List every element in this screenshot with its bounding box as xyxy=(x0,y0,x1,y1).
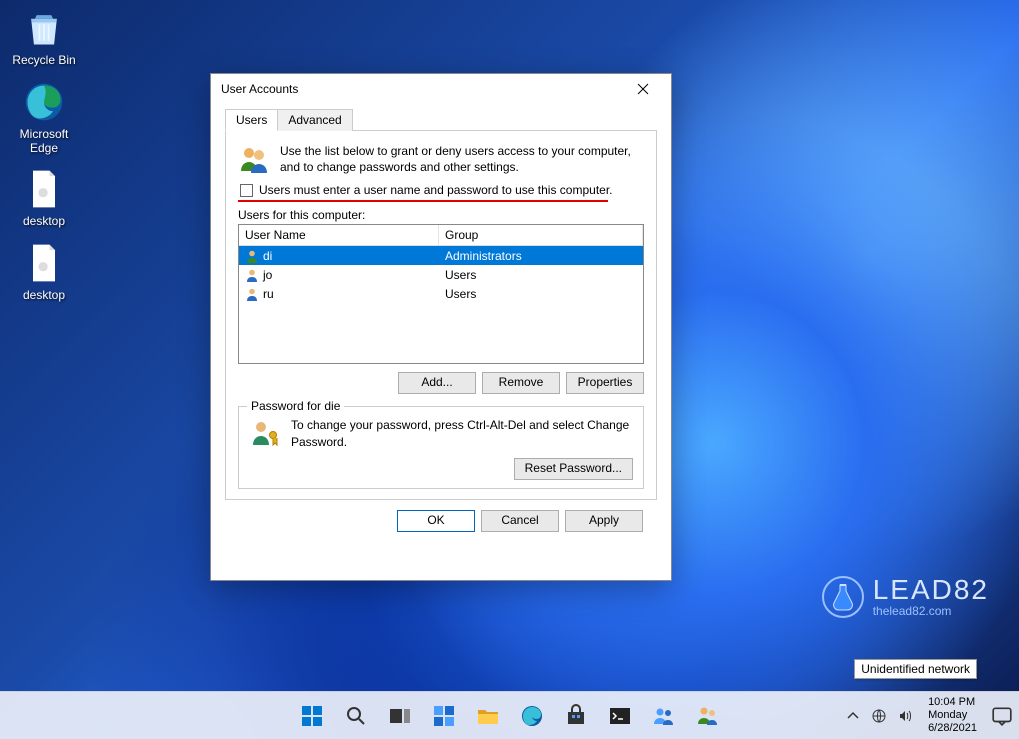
users-taskbar-button-2[interactable] xyxy=(688,696,728,736)
clock-time: 10:04 PM xyxy=(928,696,977,709)
search-button[interactable] xyxy=(336,696,376,736)
cell-group: Users xyxy=(445,268,476,282)
cell-username: jo xyxy=(263,268,272,282)
user-accounts-dialog: User Accounts Users Advanced Use the lis… xyxy=(210,73,672,581)
clock-date: 6/28/2021 xyxy=(928,722,977,735)
dialog-title: User Accounts xyxy=(221,82,623,96)
column-header-group[interactable]: Group xyxy=(439,225,643,245)
checkbox-label: Users must enter a user name and passwor… xyxy=(259,183,613,197)
chevron-up-icon xyxy=(845,708,861,724)
dialog-titlebar[interactable]: User Accounts xyxy=(211,74,671,104)
close-button[interactable] xyxy=(623,75,663,103)
terminal-button[interactable] xyxy=(600,696,640,736)
list-row[interactable]: di Administrators xyxy=(239,246,643,265)
user-icon xyxy=(245,249,259,263)
user-icon xyxy=(245,287,259,301)
list-header: User Name Group xyxy=(239,225,643,246)
properties-button[interactable]: Properties xyxy=(566,372,644,394)
clock-day: Monday xyxy=(928,709,977,722)
taskbar: 10:04 PM Monday 6/28/2021 xyxy=(0,691,1019,739)
user-icon xyxy=(245,268,259,282)
recycle-bin-icon xyxy=(20,4,68,52)
groupbox-legend: Password for die xyxy=(247,399,344,413)
network-tooltip: Unidentified network xyxy=(854,659,977,679)
search-icon xyxy=(344,704,368,728)
tab-users[interactable]: Users xyxy=(225,109,278,131)
watermark: LEAD82 thelead82.com xyxy=(821,575,989,619)
tray-network[interactable] xyxy=(870,707,888,725)
ok-button[interactable]: OK xyxy=(397,510,475,532)
taskbar-clock[interactable]: 10:04 PM Monday 6/28/2021 xyxy=(928,696,977,736)
edge-taskbar-button[interactable] xyxy=(512,696,552,736)
flask-icon xyxy=(821,575,865,619)
tray-volume[interactable] xyxy=(896,707,914,725)
globe-icon xyxy=(871,708,887,724)
checkbox-icon[interactable] xyxy=(240,184,253,197)
desktop-icons-area: Recycle Bin Microsoft Edge desktop deskt… xyxy=(0,0,90,313)
remove-button[interactable]: Remove xyxy=(482,372,560,394)
intro-text: Use the list below to grant or deny user… xyxy=(280,143,644,175)
file-icon xyxy=(20,165,68,213)
users-icon xyxy=(238,143,270,175)
notifications-button[interactable] xyxy=(991,705,1013,727)
highlight-underline xyxy=(238,200,608,202)
users-listview[interactable]: User Name Group di Administrators jo Use xyxy=(238,224,644,364)
desktop-icon-label: desktop xyxy=(6,215,82,229)
widgets-button[interactable] xyxy=(424,696,464,736)
edge-icon xyxy=(520,704,544,728)
notification-icon xyxy=(991,705,1013,727)
apply-button[interactable]: Apply xyxy=(565,510,643,532)
cell-username: di xyxy=(263,249,272,263)
system-tray: 10:04 PM Monday 6/28/2021 xyxy=(844,692,1013,739)
cell-group: Administrators xyxy=(445,249,522,263)
edge-icon xyxy=(20,78,68,126)
column-header-user[interactable]: User Name xyxy=(239,225,439,245)
start-button[interactable] xyxy=(292,696,332,736)
tray-chevron-up[interactable] xyxy=(844,707,862,725)
desktop-icon-file-1[interactable]: desktop xyxy=(6,165,82,229)
tab-panel-users: Use the list below to grant or deny user… xyxy=(225,131,657,500)
volume-icon xyxy=(897,708,913,724)
cell-group: Users xyxy=(445,287,476,301)
tab-bar: Users Advanced xyxy=(225,108,657,131)
password-groupbox: Password for die To change your password… xyxy=(238,406,644,488)
file-icon xyxy=(20,239,68,287)
desktop-icon-edge[interactable]: Microsoft Edge xyxy=(6,78,82,156)
user-key-icon xyxy=(249,417,281,449)
add-button[interactable]: Add... xyxy=(398,372,476,394)
list-caption: Users for this computer: xyxy=(238,208,644,222)
watermark-text: LEAD82 xyxy=(873,576,989,604)
users-taskbar-button-1[interactable] xyxy=(644,696,684,736)
tab-advanced[interactable]: Advanced xyxy=(277,109,352,131)
list-row[interactable]: ru Users xyxy=(239,284,643,303)
desktop-icon-label: desktop xyxy=(6,289,82,303)
require-password-checkbox-row[interactable]: Users must enter a user name and passwor… xyxy=(240,183,644,197)
windows-icon xyxy=(300,704,324,728)
password-text: To change your password, press Ctrl-Alt-… xyxy=(291,417,633,449)
taskview-icon xyxy=(388,704,412,728)
terminal-icon xyxy=(608,704,632,728)
cancel-button[interactable]: Cancel xyxy=(481,510,559,532)
explorer-button[interactable] xyxy=(468,696,508,736)
widgets-icon xyxy=(432,704,456,728)
folder-icon xyxy=(476,704,500,728)
users-icon xyxy=(696,704,720,728)
desktop-icon-recycle-bin[interactable]: Recycle Bin xyxy=(6,4,82,68)
desktop-icon-label: Recycle Bin xyxy=(6,54,82,68)
reset-password-button[interactable]: Reset Password... xyxy=(514,458,633,480)
desktop-icon-label: Microsoft Edge xyxy=(6,128,82,156)
cell-username: ru xyxy=(263,287,274,301)
list-row[interactable]: jo Users xyxy=(239,265,643,284)
watermark-sub: thelead82.com xyxy=(873,604,989,618)
close-icon xyxy=(637,83,649,95)
store-icon xyxy=(564,704,588,728)
taskview-button[interactable] xyxy=(380,696,420,736)
store-button[interactable] xyxy=(556,696,596,736)
desktop-icon-file-2[interactable]: desktop xyxy=(6,239,82,303)
users-icon xyxy=(652,704,676,728)
